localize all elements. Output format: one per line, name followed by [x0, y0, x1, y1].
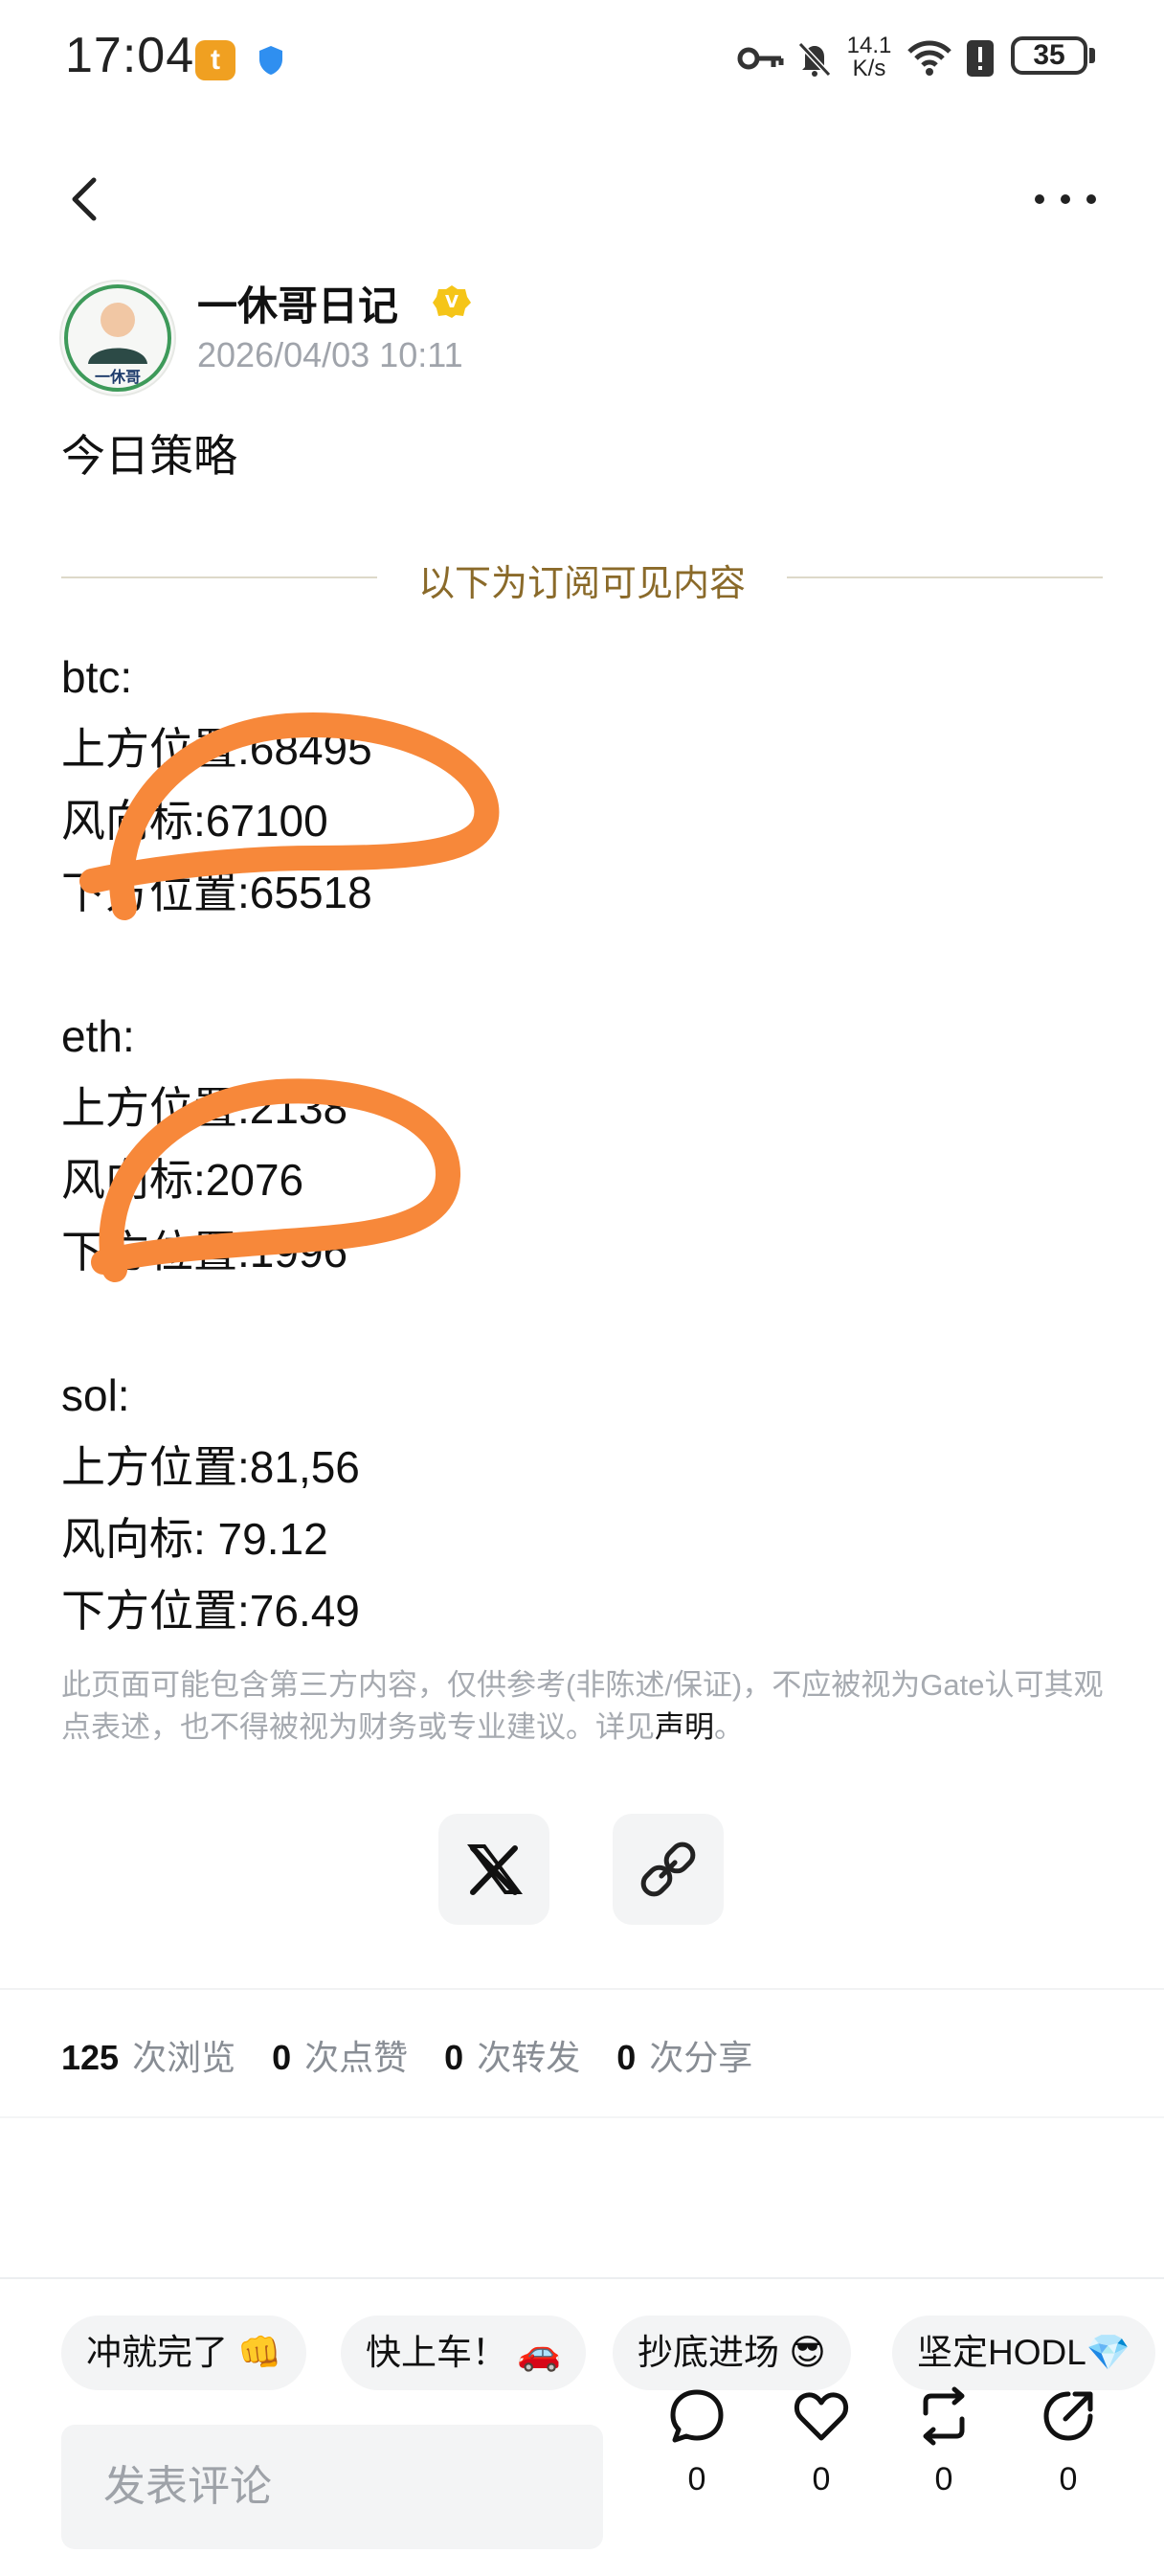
content-line: btc:	[61, 652, 133, 702]
disclaimer-text: 此页面可能包含第三方内容，仅供参考(非陈述/保证)，不应被视为Gate认可其观点…	[61, 1668, 1104, 1744]
repost-action[interactable]: 0	[900, 2386, 988, 2530]
content-line: 风向标:67100	[61, 796, 328, 846]
network-speed: 14.1 K/s	[846, 33, 892, 81]
avatar[interactable]: 一休哥	[59, 280, 176, 396]
quick-reply-chip[interactable]: 冲就完了 👊	[61, 2316, 307, 2390]
post-title: 今日策略	[61, 431, 237, 481]
views-count: 125	[61, 2038, 120, 2077]
bell-muted-icon	[797, 41, 832, 78]
divider-line-right	[787, 576, 1103, 578]
car-emoji-icon: 🚗	[517, 2333, 562, 2372]
quick-reply-chip[interactable]: 抄底进场 😎	[613, 2316, 851, 2390]
shares-count: 0	[616, 2038, 637, 2077]
avatar-image: 一休哥	[64, 284, 171, 392]
comment-box[interactable]	[61, 2425, 603, 2549]
content-line: 下方位置:1996	[61, 1227, 348, 1277]
verified-badge-icon: V	[433, 285, 471, 318]
content-line: 上方位置:68495	[61, 724, 372, 774]
author-name[interactable]: 一休哥日记	[197, 274, 398, 332]
post-content: btc: 上方位置:68495 风向标:67100 下方位置:65518 eth…	[61, 642, 372, 1647]
post-stats: 125 次浏览 0 次点赞 0 次转发 0 次分享	[61, 2030, 779, 2080]
share-action[interactable]: 0	[1024, 2386, 1112, 2530]
comment-icon	[670, 2389, 724, 2443]
repost-count: 0	[934, 2461, 953, 2497]
more-button[interactable]	[1032, 180, 1099, 218]
content-line: 上方位置:2138	[61, 1083, 348, 1133]
heart-icon	[795, 2392, 848, 2441]
shield-icon	[259, 46, 282, 75]
status-bar: 17:04 t 14.1 K/s 35	[0, 0, 1164, 124]
content-line: 上方位置:81,56	[61, 1442, 360, 1492]
gem-emoji-icon: 💎	[1086, 2333, 1130, 2372]
reposts-label: 次转发	[477, 2038, 581, 2077]
link-icon	[640, 1842, 696, 1897]
quick-reply-chip[interactable]: 坚定HODL💎	[892, 2316, 1155, 2390]
content-line: 风向标:2076	[61, 1155, 304, 1205]
shares-label: 次分享	[649, 2038, 753, 2077]
content-line: 风向标: 79.12	[61, 1514, 328, 1564]
battery-icon: 35	[1011, 36, 1087, 75]
content-line: sol:	[61, 1370, 130, 1420]
copy-link-button[interactable]	[613, 1814, 724, 1925]
share-count: 0	[1059, 2461, 1078, 2497]
alert-icon	[967, 40, 994, 77]
post-date: 2026/04/03 10:11	[197, 335, 463, 374]
fist-emoji-icon: 👊	[237, 2333, 282, 2372]
comment-input[interactable]	[61, 2425, 603, 2549]
battery-tip	[1089, 48, 1095, 63]
like-count: 0	[812, 2461, 831, 2497]
content-line: 下方位置:65518	[61, 868, 372, 917]
quick-reply-chip[interactable]: 快上车！ 🚗	[341, 2316, 587, 2390]
back-button[interactable]	[59, 172, 113, 226]
sunglasses-emoji-icon: 😎	[789, 2333, 826, 2372]
svg-text:V: V	[445, 292, 459, 312]
app-notification-icon: t	[195, 40, 235, 80]
reposts-count: 0	[444, 2038, 464, 2077]
section-divider	[0, 2116, 1164, 2118]
section-divider	[0, 1988, 1164, 1990]
share-x-button[interactable]	[438, 1814, 549, 1925]
status-time: 17:04	[65, 28, 195, 83]
share-icon	[1043, 2391, 1093, 2441]
x-logo-icon	[467, 1844, 523, 1895]
content-line: 下方位置:76.49	[61, 1586, 360, 1636]
likes-label: 次点赞	[304, 2038, 409, 2077]
comment-action[interactable]: 0	[653, 2386, 741, 2530]
key-icon	[737, 47, 784, 70]
views-label: 次浏览	[132, 2038, 236, 2077]
content-line: eth:	[61, 1011, 135, 1061]
wifi-icon	[907, 40, 951, 76]
comment-count: 0	[687, 2461, 706, 2497]
like-action[interactable]: 0	[777, 2386, 865, 2530]
likes-count: 0	[272, 2038, 292, 2077]
repost-icon	[923, 2386, 965, 2446]
avatar-label: 一休哥	[95, 368, 141, 386]
subscriber-divider-label: 以下为订阅可见内容	[417, 564, 746, 604]
disclaimer-link[interactable]: 声明	[655, 1710, 714, 1744]
